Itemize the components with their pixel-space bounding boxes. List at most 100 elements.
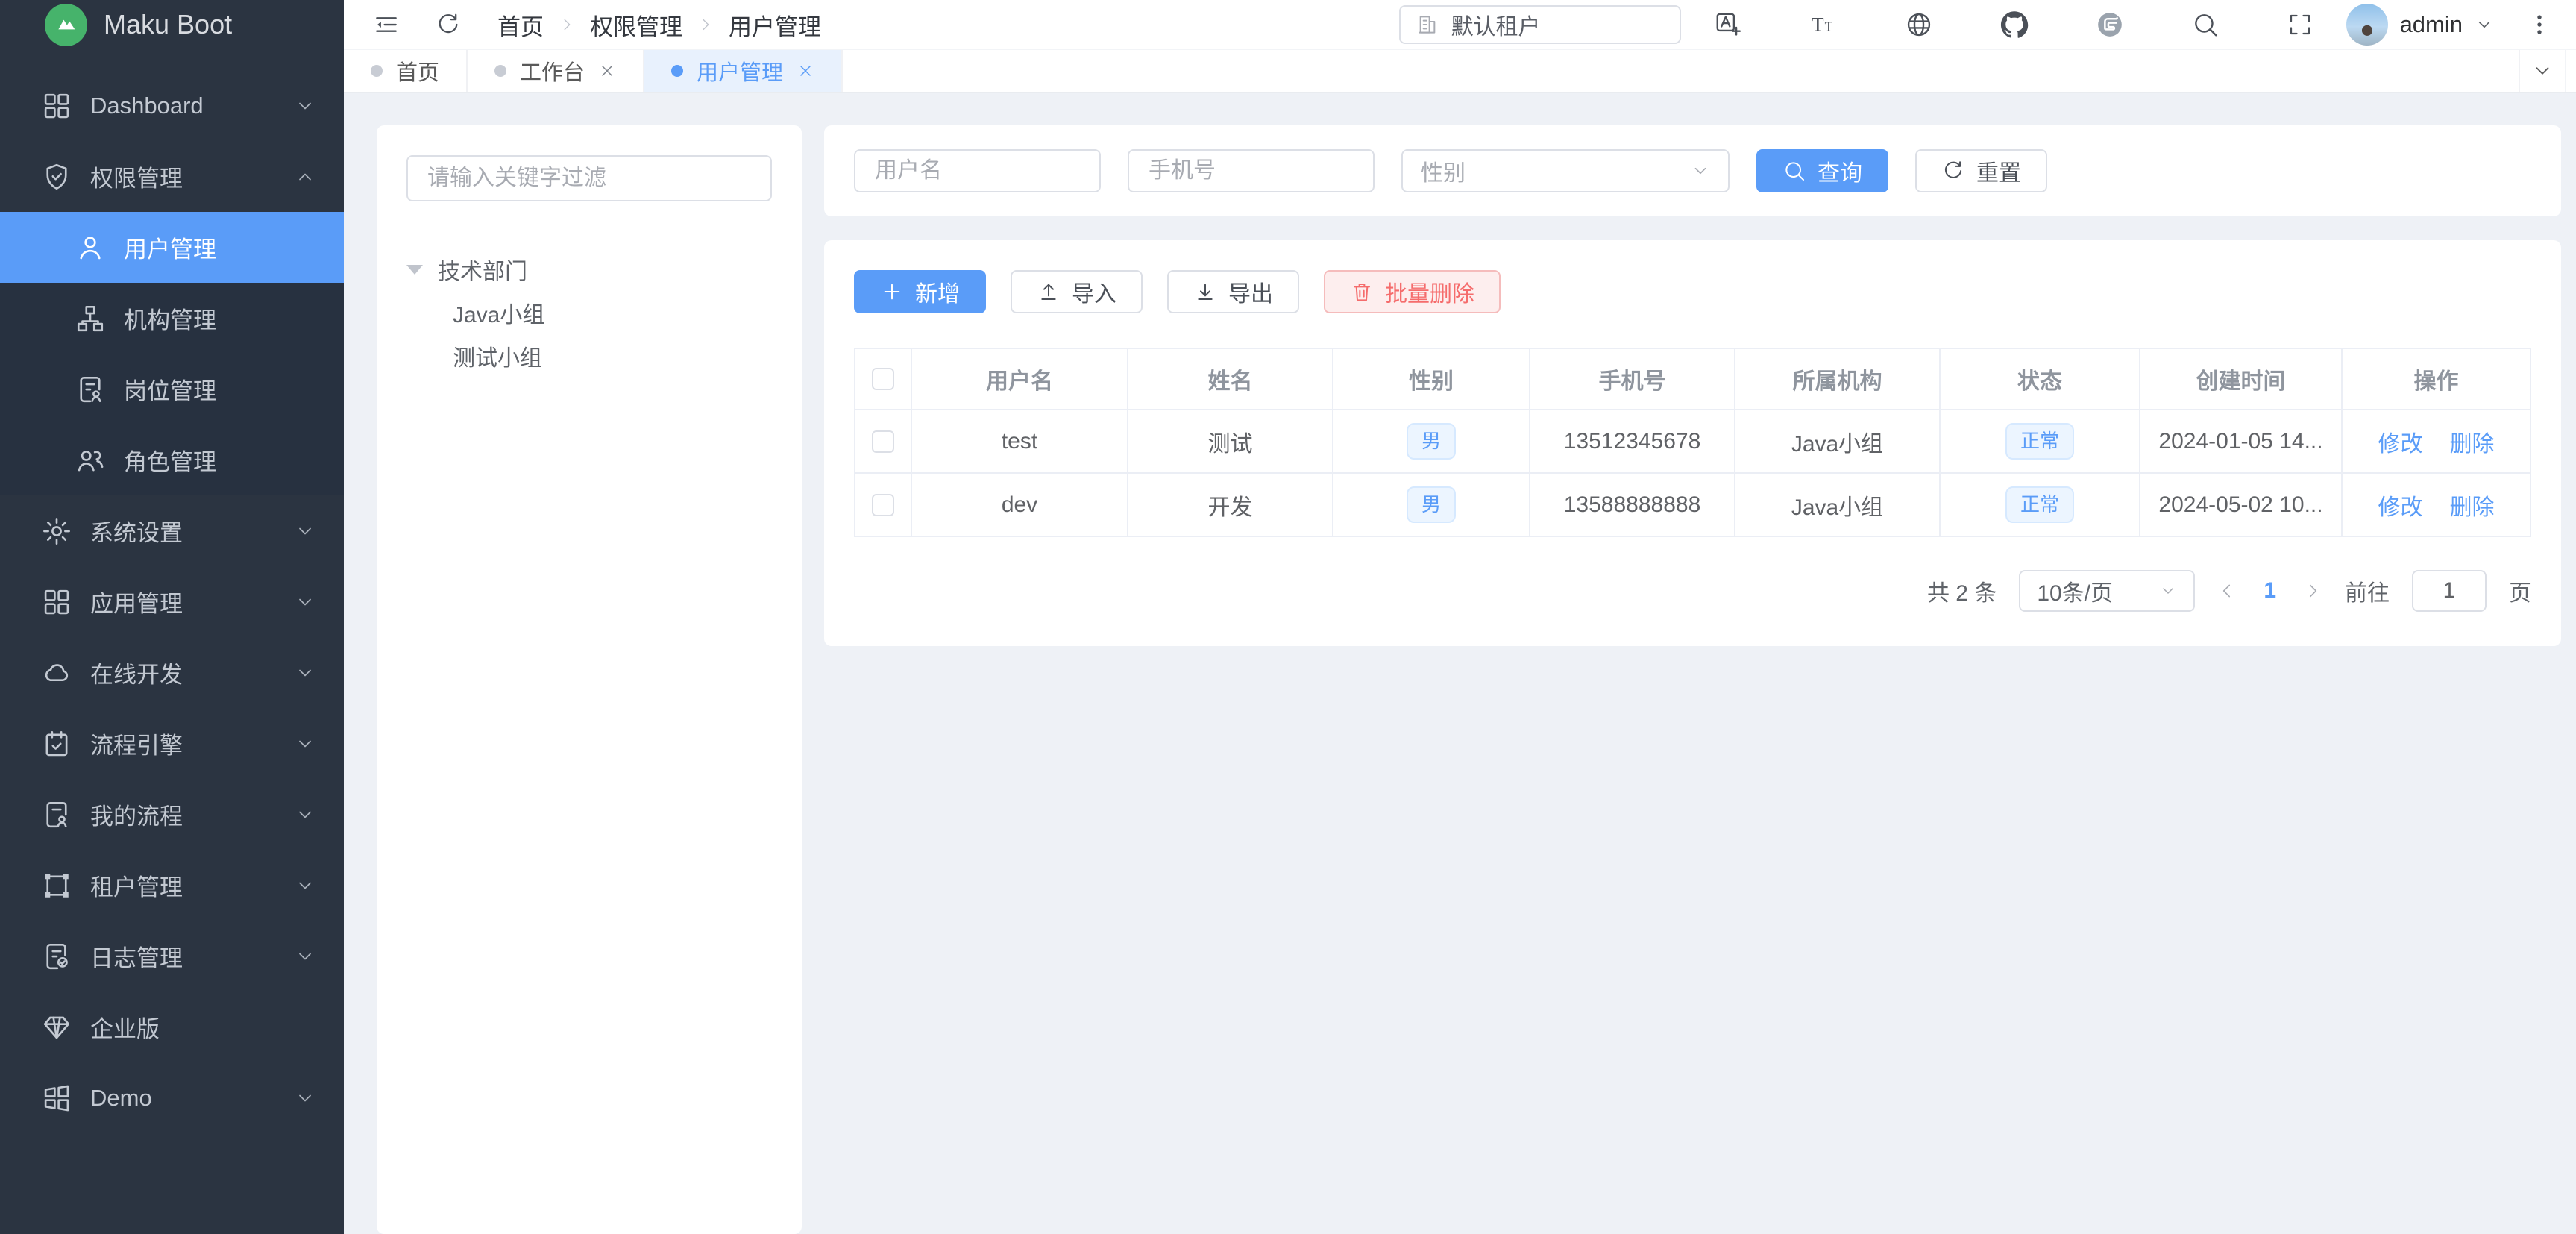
sidebar-item-user-management[interactable]: 用户管理 [0, 212, 344, 283]
sidebar-item-post-management[interactable]: 岗位管理 [0, 354, 344, 425]
gitee-icon[interactable] [2096, 10, 2124, 39]
close-icon[interactable] [797, 62, 814, 80]
org-tree-icon [75, 303, 106, 334]
refresh-icon[interactable] [435, 11, 462, 38]
tab-user-management[interactable]: 用户管理 [644, 50, 843, 92]
tab-bar: 首页 工作台 用户管理 [344, 49, 2576, 93]
tab-home[interactable]: 首页 [344, 50, 468, 92]
avatar[interactable] [2346, 4, 2388, 46]
breadcrumb-permissions[interactable]: 权限管理 [590, 8, 682, 42]
prev-page-button[interactable] [2217, 581, 2237, 601]
page-number-1[interactable]: 1 [2259, 578, 2281, 604]
tab-workbench[interactable]: 工作台 [468, 50, 644, 92]
batch-delete-button[interactable]: 批量删除 [1324, 270, 1501, 313]
goto-page-input[interactable] [2412, 570, 2487, 612]
close-icon[interactable] [598, 62, 616, 80]
tree-filter-input[interactable] [406, 155, 772, 201]
delete-link[interactable]: 删除 [2450, 489, 2495, 522]
globe-icon[interactable] [1905, 10, 1933, 39]
tree-node-root[interactable]: 技术部门 [406, 248, 772, 291]
user-menu[interactable]: admin [2346, 4, 2494, 46]
building-icon [1416, 13, 1439, 37]
user-table: 用户名 姓名 性别 手机号 所属机构 状态 创建时间 操作 test 测试 男 [854, 348, 2531, 537]
table-row: dev 开发 男 13588888888 Java小组 正常 2024-05-0… [855, 474, 2530, 536]
sidebar-item-system-settings[interactable]: 系统设置 [0, 495, 344, 566]
grid-icon [41, 586, 72, 618]
select-all-checkbox[interactable] [872, 368, 894, 390]
chevron-left-icon [2217, 581, 2237, 601]
chevron-up-icon [295, 166, 315, 187]
top-header: 首页 权限管理 用户管理 默认租户 TT [344, 0, 2576, 49]
col-header-mobile: 手机号 [1530, 349, 1735, 409]
select-all-cell [855, 349, 912, 409]
breadcrumb: 首页 权限管理 用户管理 [497, 8, 821, 42]
caret-down-icon[interactable] [406, 265, 423, 275]
tenant-select[interactable]: 默认租户 [1399, 5, 1681, 44]
app-logo[interactable]: Maku Boot [0, 0, 344, 49]
header-actions: 默认租户 TT a [1399, 4, 2552, 46]
logo-mountain-icon [45, 4, 87, 46]
delete-link[interactable]: 删除 [2450, 425, 2495, 458]
sidebar-item-dashboard[interactable]: Dashboard [0, 70, 344, 141]
tab-dropdown-button[interactable] [2519, 50, 2565, 92]
sidebar-item-my-workflow[interactable]: 我的流程 [0, 779, 344, 850]
sidebar-item-online-dev[interactable]: 在线开发 [0, 637, 344, 708]
fullscreen-icon[interactable] [2287, 11, 2313, 38]
clipboard-check-icon [41, 728, 72, 759]
collapse-sidebar-icon[interactable] [372, 10, 400, 39]
kebab-menu-icon[interactable] [2527, 12, 2552, 37]
query-button[interactable]: 查询 [1756, 149, 1888, 192]
row-checkbox[interactable] [872, 430, 894, 453]
document-user-icon [41, 799, 72, 830]
chevron-down-icon [295, 663, 315, 683]
tenant-value: 默认租户 [1451, 8, 1541, 41]
row-checkbox[interactable] [872, 494, 894, 516]
tree-node-test[interactable]: 测试小组 [406, 334, 772, 378]
right-column: 性别 查询 重置 新增 [824, 125, 2561, 1234]
chevron-right-icon [697, 16, 714, 33]
sidebar-item-permissions[interactable]: 权限管理 [0, 141, 344, 212]
sidebar-menu: Dashboard 权限管理 用户管理 机构管理 岗位管理 角色管理 [0, 49, 344, 1234]
cell-name: 开发 [1128, 474, 1333, 536]
chevron-down-icon [295, 95, 315, 116]
edit-link[interactable]: 修改 [2378, 425, 2423, 458]
org-tree-panel: 技术部门 Java小组 测试小组 [377, 125, 802, 1234]
sidebar-item-workflow-engine[interactable]: 流程引擎 [0, 708, 344, 779]
chevron-down-icon [2531, 60, 2554, 82]
total-count: 共 2 条 [1927, 574, 1997, 607]
pagination: 共 2 条 10条/页 1 前往 页 [854, 570, 2531, 612]
import-button[interactable]: 导入 [1011, 270, 1143, 313]
edit-link[interactable]: 修改 [2378, 489, 2423, 522]
page-size-select[interactable]: 10条/页 [2019, 570, 2195, 612]
sidebar-item-tenant-management[interactable]: 租户管理 [0, 850, 344, 921]
github-icon[interactable] [2000, 10, 2029, 39]
next-page-button[interactable] [2303, 581, 2322, 601]
breadcrumb-home[interactable]: 首页 [497, 8, 544, 42]
sidebar-item-app-management[interactable]: 应用管理 [0, 566, 344, 637]
cell-mobile: 13512345678 [1530, 410, 1735, 472]
mobile-field[interactable] [1128, 149, 1375, 192]
chevron-down-icon [2159, 582, 2177, 600]
translate-icon[interactable] [1714, 10, 1742, 39]
sidebar-item-org-management[interactable]: 机构管理 [0, 283, 344, 354]
font-size-icon[interactable]: TT [1809, 10, 1838, 39]
add-button[interactable]: 新增 [854, 270, 986, 313]
sidebar-item-demo[interactable]: Demo [0, 1062, 344, 1133]
svg-text:T: T [1812, 13, 1823, 36]
gender-select[interactable]: 性别 [1401, 149, 1730, 192]
export-button[interactable]: 导出 [1167, 270, 1299, 313]
col-header-name: 姓名 [1128, 349, 1333, 409]
page-content: 技术部门 Java小组 测试小组 性别 [344, 93, 2576, 1234]
reset-button[interactable]: 重置 [1915, 149, 2047, 192]
username-field[interactable] [854, 149, 1101, 192]
sidebar-item-role-management[interactable]: 角色管理 [0, 425, 344, 495]
gender-badge: 男 [1407, 486, 1456, 524]
search-icon[interactable] [2191, 10, 2220, 39]
table-row: test 测试 男 13512345678 Java小组 正常 2024-01-… [855, 410, 2530, 474]
sidebar-item-enterprise[interactable]: 企业版 [0, 992, 344, 1062]
chevron-down-icon [295, 733, 315, 754]
scrollbar-track[interactable] [2565, 50, 2576, 92]
tree-node-java[interactable]: Java小组 [406, 291, 772, 334]
sidebar-item-log-management[interactable]: 日志管理 [0, 921, 344, 992]
users-icon [75, 445, 106, 476]
